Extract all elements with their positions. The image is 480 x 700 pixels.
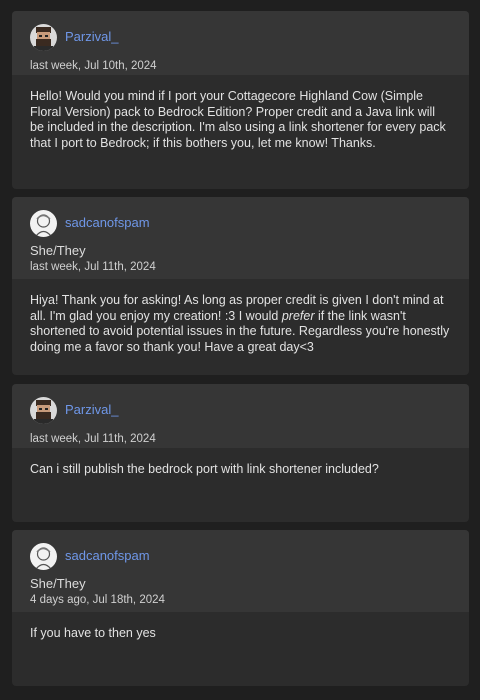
comment-body: Hiya! Thank you for asking! As long as p… <box>12 279 469 369</box>
comment-card: sadcanofspam She/They last week, Jul 11t… <box>12 197 469 375</box>
pronouns: She/They <box>30 243 86 258</box>
timestamp: last week, Jul 11th, 2024 <box>30 261 156 273</box>
username-link[interactable]: Parzival_ <box>65 402 118 418</box>
user-row: sadcanofspam <box>30 209 451 237</box>
pronouns: She/They <box>30 576 86 591</box>
comment-card: sadcanofspam She/They 4 days ago, Jul 18… <box>12 530 469 686</box>
comment-body: Hello! Would you mind if I port your Cot… <box>30 89 446 150</box>
timestamp: last week, Jul 10th, 2024 <box>30 60 157 72</box>
comment-card: Parzival_ last week, Jul 10th, 2024 Hell… <box>12 11 469 189</box>
comment-header: Parzival_ last week, Jul 10th, 2024 <box>12 11 469 75</box>
username-link[interactable]: Parzival_ <box>65 29 118 45</box>
timestamp: 4 days ago, Jul 18th, 2024 <box>30 594 165 606</box>
timestamp: last week, Jul 11th, 2024 <box>30 433 156 445</box>
username-link[interactable]: sadcanofspam <box>65 215 150 231</box>
user-row: Parzival_ <box>30 396 451 424</box>
comment-body: Can i still publish the bedrock port wit… <box>30 462 379 476</box>
comment-header: Parzival_ last week, Jul 11th, 2024 <box>12 384 469 448</box>
comment-card: Parzival_ last week, Jul 11th, 2024 Can … <box>12 384 469 522</box>
comment-header: sadcanofspam She/They 4 days ago, Jul 18… <box>12 530 469 612</box>
bearded-man-avatar-icon[interactable] <box>30 23 57 51</box>
comment-header: sadcanofspam She/They last week, Jul 11t… <box>12 197 469 279</box>
comment-emphasis: prefer <box>281 308 315 323</box>
comment-body: If you have to then yes <box>30 626 156 640</box>
sketch-portrait-avatar-icon[interactable] <box>30 209 57 237</box>
user-row: Parzival_ <box>30 23 451 51</box>
user-row: sadcanofspam <box>30 542 451 570</box>
comment-thread: Parzival_ last week, Jul 10th, 2024 Hell… <box>0 0 480 700</box>
username-link[interactable]: sadcanofspam <box>65 548 150 564</box>
sketch-portrait-avatar-icon[interactable] <box>30 542 57 570</box>
bearded-man-avatar-icon[interactable] <box>30 396 57 424</box>
